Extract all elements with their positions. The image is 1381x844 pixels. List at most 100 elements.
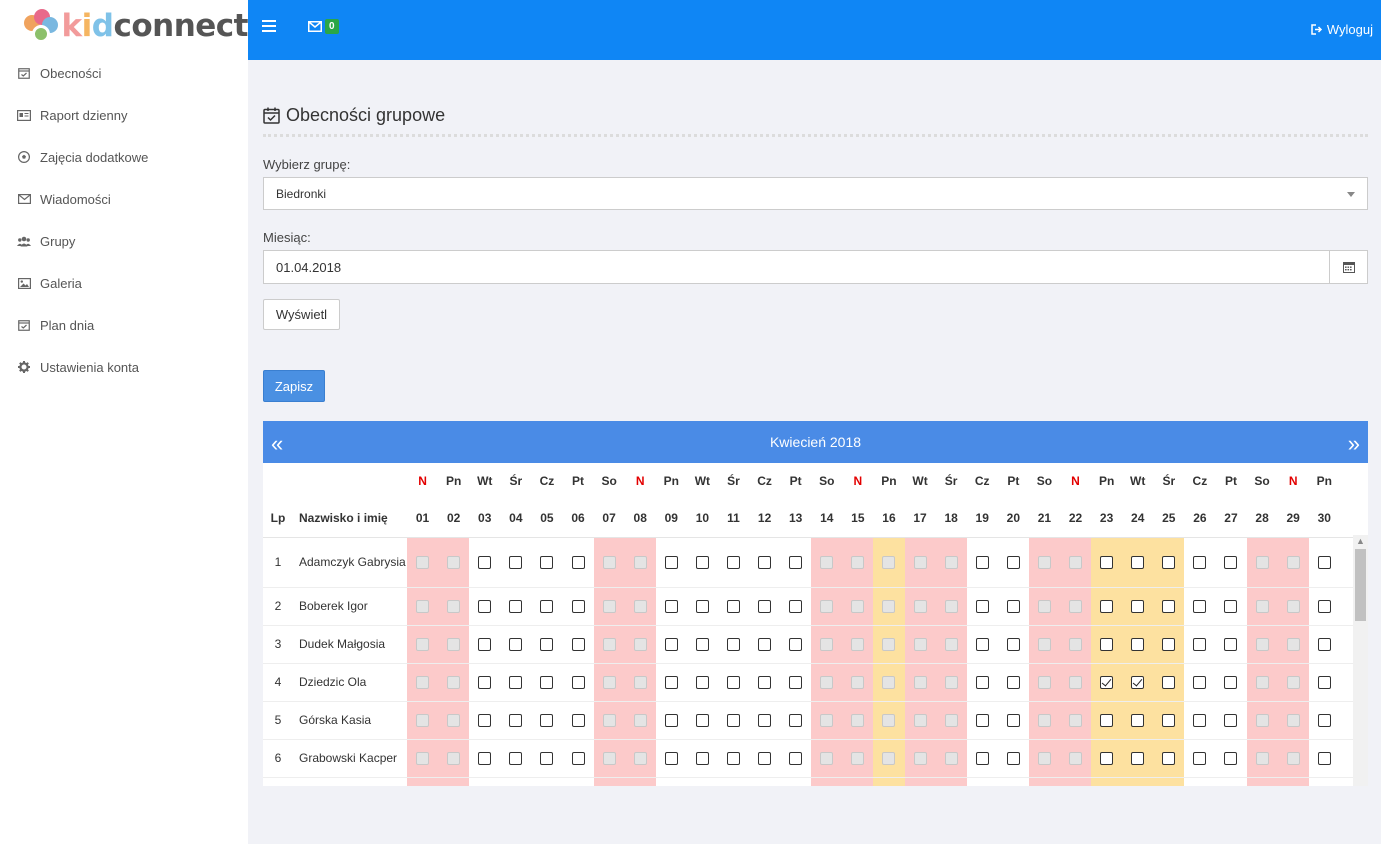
save-button[interactable]: Zapisz (263, 370, 325, 402)
attendance-checkbox[interactable] (758, 638, 772, 652)
attendance-checkbox[interactable] (695, 600, 709, 614)
attendance-checkbox[interactable] (1162, 752, 1176, 766)
attendance-checkbox[interactable] (695, 752, 709, 766)
attendance-checkbox[interactable] (1162, 638, 1176, 652)
attendance-checkbox[interactable] (509, 676, 523, 690)
attendance-checkbox[interactable] (789, 676, 803, 690)
attendance-checkbox[interactable] (1317, 714, 1331, 728)
attendance-checkbox[interactable] (695, 676, 709, 690)
attendance-checkbox[interactable] (1193, 714, 1207, 728)
table-scrollbar[interactable]: ▲ ▼ (1353, 535, 1368, 786)
attendance-checkbox[interactable] (1317, 676, 1331, 690)
attendance-checkbox[interactable] (758, 600, 772, 614)
attendance-checkbox[interactable] (1006, 752, 1020, 766)
messages-button[interactable]: 0 (308, 19, 339, 34)
attendance-checkbox[interactable] (1224, 556, 1238, 570)
attendance-checkbox[interactable] (1224, 600, 1238, 614)
attendance-checkbox[interactable] (1131, 638, 1145, 652)
attendance-checkbox[interactable] (664, 638, 678, 652)
attendance-checkbox[interactable] (509, 638, 523, 652)
attendance-checkbox[interactable] (758, 676, 772, 690)
menu-toggle-icon[interactable] (262, 20, 276, 34)
attendance-checkbox[interactable] (758, 556, 772, 570)
attendance-checkbox[interactable] (1162, 556, 1176, 570)
attendance-checkbox[interactable] (975, 752, 989, 766)
attendance-checkbox[interactable] (695, 638, 709, 652)
attendance-checkbox[interactable] (1162, 714, 1176, 728)
attendance-checkbox[interactable] (726, 600, 740, 614)
attendance-checkbox[interactable] (1100, 600, 1114, 614)
attendance-checkbox[interactable] (975, 714, 989, 728)
attendance-checkbox[interactable] (789, 556, 803, 570)
attendance-checkbox[interactable] (540, 556, 554, 570)
attendance-checkbox[interactable] (1224, 676, 1238, 690)
app-logo[interactable]: kidconnect (0, 0, 248, 52)
attendance-checkbox[interactable] (1006, 714, 1020, 728)
attendance-checkbox[interactable] (726, 638, 740, 652)
attendance-checkbox[interactable] (664, 676, 678, 690)
attendance-checkbox[interactable] (1224, 714, 1238, 728)
scrollbar-thumb[interactable] (1355, 549, 1366, 621)
attendance-checkbox[interactable] (1317, 556, 1331, 570)
attendance-checkbox[interactable] (726, 714, 740, 728)
attendance-checkbox[interactable] (540, 752, 554, 766)
sidebar-item-plan-dnia[interactable]: Plan dnia (0, 304, 248, 346)
attendance-checkbox[interactable] (540, 600, 554, 614)
attendance-checkbox[interactable] (975, 638, 989, 652)
attendance-checkbox[interactable] (664, 600, 678, 614)
attendance-checkbox[interactable] (1131, 600, 1145, 614)
attendance-checkbox[interactable] (478, 714, 492, 728)
attendance-checkbox[interactable] (1131, 752, 1145, 766)
attendance-checkbox[interactable] (758, 714, 772, 728)
attendance-checkbox[interactable] (975, 556, 989, 570)
attendance-checkbox[interactable] (509, 600, 523, 614)
group-select[interactable]: Biedronki (263, 177, 1368, 210)
attendance-checkbox[interactable] (726, 676, 740, 690)
attendance-checkbox[interactable] (540, 676, 554, 690)
month-input[interactable]: 01.04.2018 (263, 250, 1330, 284)
scroll-up-icon[interactable]: ▲ (1356, 537, 1365, 546)
calendar-picker-button[interactable] (1330, 250, 1368, 284)
attendance-checkbox[interactable] (1006, 638, 1020, 652)
attendance-checkbox[interactable] (789, 752, 803, 766)
sidebar-item-wiadomosci[interactable]: Wiadomości (0, 178, 248, 220)
attendance-checkbox[interactable] (571, 638, 585, 652)
attendance-checkbox[interactable] (1317, 752, 1331, 766)
attendance-checkbox[interactable] (478, 752, 492, 766)
attendance-checkbox[interactable] (571, 714, 585, 728)
attendance-checkbox[interactable] (1193, 638, 1207, 652)
attendance-checkbox[interactable] (1193, 752, 1207, 766)
sidebar-item-grupy[interactable]: Grupy (0, 220, 248, 262)
attendance-checkbox[interactable] (571, 600, 585, 614)
sidebar-item-raport-dzienny[interactable]: Raport dzienny (0, 94, 248, 136)
show-button[interactable]: Wyświetl (263, 299, 340, 330)
attendance-checkbox[interactable] (509, 556, 523, 570)
attendance-checkbox[interactable] (758, 752, 772, 766)
logout-button[interactable]: Wyloguj (1311, 22, 1373, 37)
attendance-checkbox[interactable] (1100, 714, 1114, 728)
attendance-checkbox[interactable] (1317, 638, 1331, 652)
attendance-checkbox[interactable] (789, 714, 803, 728)
sidebar-item-ustawienia-konta[interactable]: Ustawienia konta (0, 346, 248, 388)
attendance-checkbox[interactable] (1131, 676, 1145, 690)
attendance-checkbox[interactable] (1224, 638, 1238, 652)
attendance-checkbox[interactable] (1193, 676, 1207, 690)
attendance-checkbox[interactable] (1224, 752, 1238, 766)
attendance-checkbox[interactable] (975, 600, 989, 614)
attendance-checkbox[interactable] (1006, 556, 1020, 570)
attendance-checkbox[interactable] (726, 556, 740, 570)
next-month-icon[interactable]: » (1348, 431, 1360, 457)
attendance-checkbox[interactable] (1100, 752, 1114, 766)
attendance-checkbox[interactable] (1131, 556, 1145, 570)
attendance-checkbox[interactable] (509, 714, 523, 728)
attendance-checkbox[interactable] (975, 676, 989, 690)
attendance-checkbox[interactable] (571, 556, 585, 570)
sidebar-item-zajecia-dodatkowe[interactable]: Zajęcia dodatkowe (0, 136, 248, 178)
attendance-checkbox[interactable] (789, 600, 803, 614)
attendance-checkbox[interactable] (478, 600, 492, 614)
attendance-checkbox[interactable] (789, 638, 803, 652)
attendance-checkbox[interactable] (478, 556, 492, 570)
attendance-checkbox[interactable] (1317, 600, 1331, 614)
attendance-checkbox[interactable] (1100, 676, 1114, 690)
attendance-checkbox[interactable] (478, 638, 492, 652)
